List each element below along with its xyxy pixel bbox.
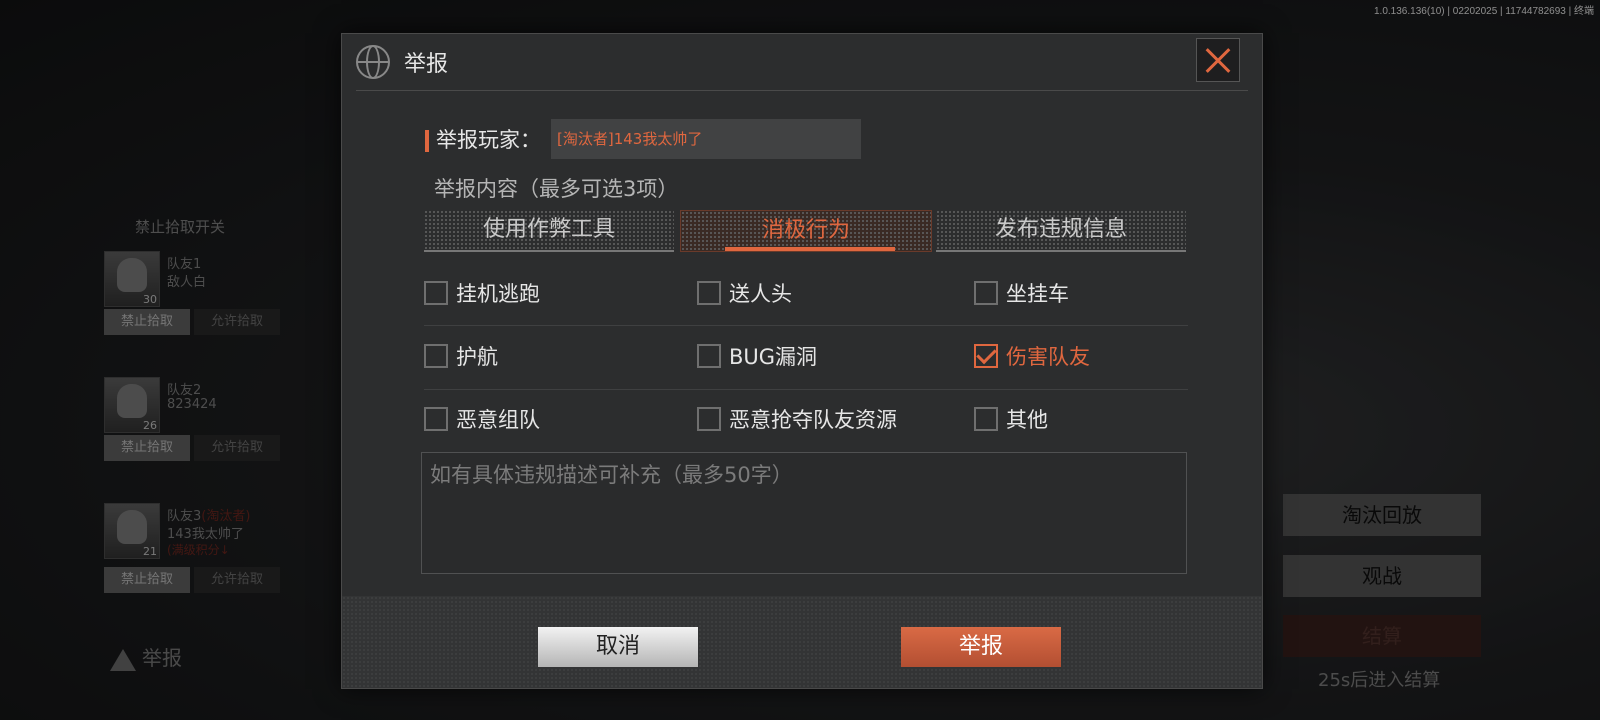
- checkbox[interactable]: [697, 281, 721, 305]
- option-carried[interactable]: 坐挂车: [974, 278, 1069, 308]
- checkbox[interactable]: [424, 344, 448, 368]
- tab-violation-info[interactable]: 发布违规信息: [936, 210, 1186, 252]
- tab-cheating[interactable]: 使用作弊工具: [424, 210, 674, 252]
- cancel-button[interactable]: 取消: [538, 627, 698, 667]
- divider: [424, 389, 1188, 390]
- option-feeding[interactable]: 送人头: [697, 278, 792, 308]
- reported-player-field: [淘汰者]143我太帅了: [551, 119, 861, 159]
- checkbox-checked[interactable]: [974, 344, 998, 368]
- active-tab-indicator: [725, 247, 895, 251]
- divider: [424, 325, 1188, 326]
- checkbox[interactable]: [974, 407, 998, 431]
- globe-icon: [356, 45, 390, 79]
- tab-negative-behavior[interactable]: 消极行为: [680, 210, 932, 252]
- dialog-title: 举报: [404, 52, 449, 77]
- report-dialog: 举报 举报玩家： [淘汰者]143我太帅了 举报内容（最多可选3项） 使用作弊工…: [341, 33, 1263, 689]
- option-steal-resources[interactable]: 恶意抢夺队友资源: [697, 404, 897, 434]
- checkbox[interactable]: [424, 281, 448, 305]
- checkbox[interactable]: [697, 344, 721, 368]
- option-escort[interactable]: 护航: [424, 341, 498, 371]
- checkbox[interactable]: [974, 281, 998, 305]
- description-input[interactable]: 如有具体违规描述可补充（最多50字）: [421, 452, 1187, 574]
- option-malicious-team[interactable]: 恶意组队: [424, 404, 540, 434]
- dialog-header: 举报: [356, 34, 1248, 91]
- checkbox[interactable]: [697, 407, 721, 431]
- option-afk[interactable]: 挂机逃跑: [424, 278, 540, 308]
- dialog-footer: [342, 596, 1262, 688]
- content-label: 举报内容（最多可选3项）: [434, 177, 679, 201]
- option-bug-exploit[interactable]: BUG漏洞: [697, 341, 817, 371]
- option-harm-teammate[interactable]: 伤害队友: [974, 341, 1090, 371]
- player-label: 举报玩家：: [436, 128, 541, 152]
- option-other[interactable]: 其他: [974, 404, 1048, 434]
- close-button[interactable]: [1196, 38, 1240, 82]
- submit-report-button[interactable]: 举报: [901, 627, 1061, 667]
- checkbox[interactable]: [424, 407, 448, 431]
